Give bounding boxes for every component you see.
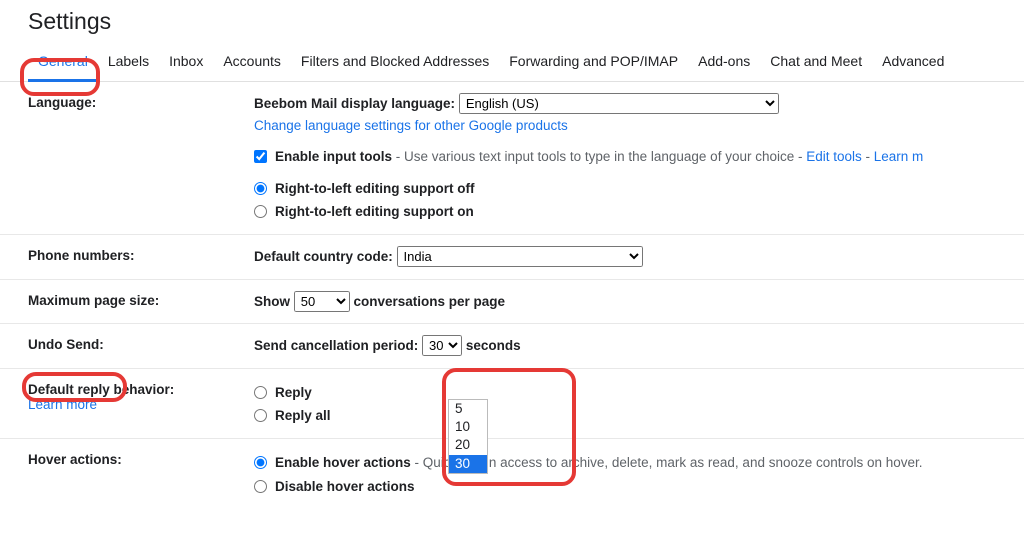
page-title: Settings bbox=[0, 0, 1024, 45]
row-language: Language: Beebom Mail display language: … bbox=[0, 82, 1024, 235]
label-reply-behavior: Default reply behavior: Learn more bbox=[28, 380, 254, 412]
checkbox-enable-input-tools[interactable] bbox=[254, 150, 267, 163]
select-pagesize[interactable]: 50 bbox=[294, 291, 350, 312]
dropdown-option-30[interactable]: 30 bbox=[449, 455, 487, 473]
tab-general[interactable]: General bbox=[28, 45, 98, 82]
reply-all-label: Reply all bbox=[275, 405, 331, 427]
label-undo-send: Undo Send: bbox=[28, 335, 254, 352]
show-text: Show bbox=[254, 294, 294, 309]
dropdown-cancel-period-open[interactable]: 5 10 20 30 bbox=[448, 399, 488, 474]
content-language: Beebom Mail display language: English (U… bbox=[254, 93, 1014, 223]
label-hover: Hover actions: bbox=[28, 450, 254, 467]
reply-all-line: Reply all bbox=[254, 405, 1014, 427]
content-pagesize: Show 50 conversations per page bbox=[254, 291, 1014, 313]
label-pagesize: Maximum page size: bbox=[28, 291, 254, 308]
rtl-off-line: Right-to-left editing support off bbox=[254, 178, 1014, 200]
perpage-text: conversations per page bbox=[350, 294, 505, 309]
display-language-label: Beebom Mail display language: bbox=[254, 96, 455, 111]
select-display-language[interactable]: English (US) bbox=[459, 93, 779, 114]
content-reply: Reply Reply all bbox=[254, 380, 1014, 427]
link-learn-more-tools[interactable]: Learn m bbox=[874, 149, 924, 164]
tab-inbox[interactable]: Inbox bbox=[159, 45, 213, 81]
input-tools-desc: - Use various text input tools to type i… bbox=[392, 149, 806, 164]
hover-enable-line: Enable hover actions - Quickly gain acce… bbox=[254, 452, 1014, 474]
sep: - bbox=[862, 149, 874, 164]
tabs-bar: General Labels Inbox Accounts Filters an… bbox=[0, 45, 1024, 82]
link-edit-tools[interactable]: Edit tools bbox=[806, 149, 862, 164]
rtl-on-line: Right-to-left editing support on bbox=[254, 201, 1014, 223]
content-undo-send: Send cancellation period: 30 seconds bbox=[254, 335, 1014, 357]
settings-body: Language: Beebom Mail display language: … bbox=[0, 82, 1024, 508]
input-tools-label: Enable input tools bbox=[275, 149, 392, 164]
row-phone: Phone numbers: Default country code: Ind… bbox=[0, 235, 1024, 280]
label-phone: Phone numbers: bbox=[28, 246, 254, 263]
select-cancel-period[interactable]: 30 bbox=[422, 335, 462, 356]
hover-enable-label: Enable hover actions bbox=[275, 455, 411, 470]
content-phone: Default country code: India bbox=[254, 246, 1014, 268]
link-reply-learn-more[interactable]: Learn more bbox=[28, 397, 97, 412]
seconds-text: seconds bbox=[466, 338, 521, 353]
tab-addons[interactable]: Add-ons bbox=[688, 45, 760, 81]
country-code-label: Default country code: bbox=[254, 249, 393, 264]
reply-label: Reply bbox=[275, 382, 312, 404]
radio-reply[interactable] bbox=[254, 386, 267, 399]
tab-chat[interactable]: Chat and Meet bbox=[760, 45, 872, 81]
input-tools-line: Enable input tools - Use various text in… bbox=[254, 146, 1014, 168]
reply-behavior-text: Default reply behavior: bbox=[28, 382, 174, 397]
tab-forwarding[interactable]: Forwarding and POP/IMAP bbox=[499, 45, 688, 81]
radio-rtl-off[interactable] bbox=[254, 182, 267, 195]
dropdown-option-10[interactable]: 10 bbox=[449, 418, 487, 436]
row-undo-send: Undo Send: Send cancellation period: 30 … bbox=[0, 324, 1024, 369]
content-hover: Enable hover actions - Quickly gain acce… bbox=[254, 450, 1014, 497]
hover-disable-line: Disable hover actions bbox=[254, 476, 1014, 498]
radio-hover-enable[interactable] bbox=[254, 456, 267, 469]
select-country-code[interactable]: India bbox=[397, 246, 643, 267]
hover-disable-label: Disable hover actions bbox=[275, 476, 415, 498]
label-language: Language: bbox=[28, 93, 254, 110]
row-reply-behavior: Default reply behavior: Learn more Reply… bbox=[0, 369, 1024, 439]
input-tools-text: Enable input tools - Use various text in… bbox=[275, 146, 923, 168]
tab-accounts[interactable]: Accounts bbox=[213, 45, 291, 81]
settings-container: Settings General Labels Inbox Accounts F… bbox=[0, 0, 1024, 508]
dropdown-option-20[interactable]: 20 bbox=[449, 436, 487, 454]
row-hover: Hover actions: Enable hover actions - Qu… bbox=[0, 439, 1024, 508]
radio-hover-disable[interactable] bbox=[254, 480, 267, 493]
row-pagesize: Maximum page size: Show 50 conversations… bbox=[0, 280, 1024, 325]
tab-advanced[interactable]: Advanced bbox=[872, 45, 954, 81]
link-change-language[interactable]: Change language settings for other Googl… bbox=[254, 118, 568, 133]
rtl-on-label: Right-to-left editing support on bbox=[275, 201, 474, 223]
tab-labels[interactable]: Labels bbox=[98, 45, 159, 81]
tab-filters[interactable]: Filters and Blocked Addresses bbox=[291, 45, 499, 81]
radio-reply-all[interactable] bbox=[254, 409, 267, 422]
dropdown-option-5[interactable]: 5 bbox=[449, 400, 487, 418]
cancel-period-label: Send cancellation period: bbox=[254, 338, 418, 353]
radio-rtl-on[interactable] bbox=[254, 205, 267, 218]
display-language-line: Beebom Mail display language: English (U… bbox=[254, 93, 1014, 115]
rtl-off-label: Right-to-left editing support off bbox=[275, 178, 474, 200]
hover-enable-text: Enable hover actions - Quickly gain acce… bbox=[275, 452, 923, 474]
reply-line: Reply bbox=[254, 382, 1014, 404]
